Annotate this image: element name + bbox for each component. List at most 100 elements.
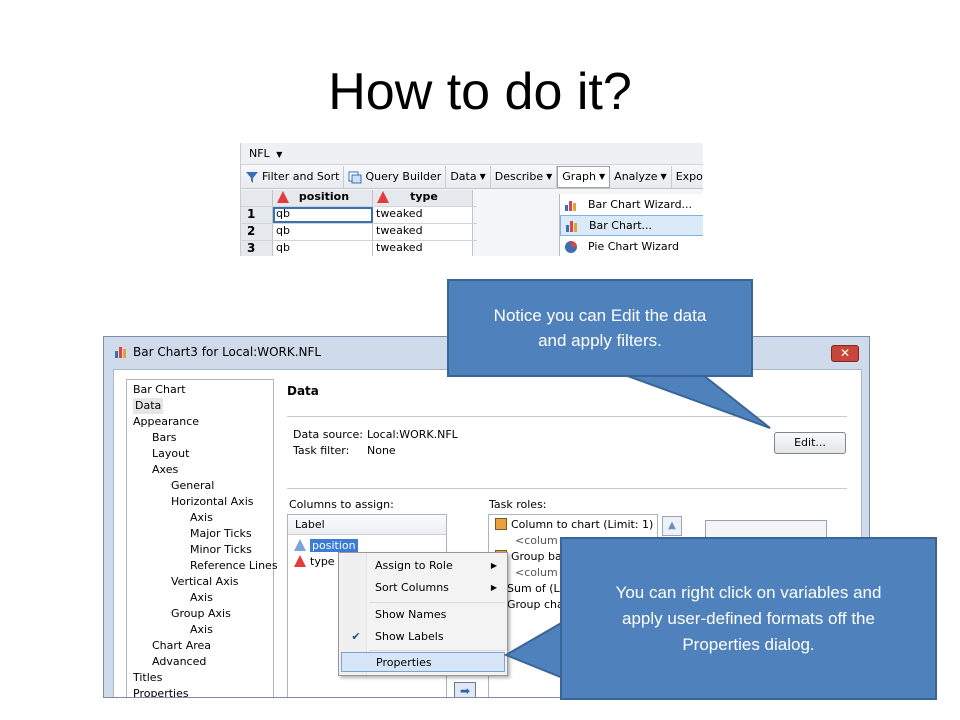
menu-item-label: Show Names [375, 608, 447, 621]
tree-item[interactable]: Appearance [127, 414, 273, 430]
tree-item-label: Bar Chart [133, 383, 186, 396]
grid-cell[interactable]: tweaked [373, 241, 473, 256]
grid-cell[interactable]: qb [273, 207, 373, 223]
graph-dropdown-menu: Bar Chart Wizard... Bar Chart... Pie Cha… [559, 194, 703, 256]
tree-item[interactable]: Axis [127, 510, 273, 526]
tree-item[interactable]: Axis [127, 622, 273, 638]
move-up-button[interactable]: ▲ [662, 516, 682, 536]
column-label: position [310, 539, 358, 552]
column-label: type [310, 555, 335, 568]
column-header-label: type [410, 190, 438, 203]
tree-item-label: Minor Ticks [190, 543, 252, 556]
role-label: Column to chart (Limit: 1) [511, 518, 654, 531]
column-header-label: position [298, 190, 350, 203]
tree-item[interactable]: Chart Area [127, 638, 273, 654]
menu-item-bar-chart-wizard[interactable]: Bar Chart Wizard... [560, 194, 703, 215]
tree-item[interactable]: Titles [127, 670, 273, 686]
checkmark-icon: ✔ [351, 630, 361, 643]
dataset-name: NFL [249, 147, 270, 160]
tree-item[interactable]: Minor Ticks [127, 542, 273, 558]
menu-item-pie-chart-wizard[interactable]: Pie Chart Wizard [560, 236, 703, 256]
grid-cell[interactable]: qb [273, 241, 373, 256]
tree-item[interactable]: Axis [127, 590, 273, 606]
tree-item-label: Reference Lines [190, 559, 278, 572]
tree-item[interactable]: Bar Chart [127, 382, 273, 398]
menu-item-properties[interactable]: Properties [341, 652, 505, 672]
chevron-down-icon: ▼ [546, 172, 553, 181]
describe-menu[interactable]: Describe ▼ [491, 165, 558, 188]
tree-item[interactable]: Properties [127, 686, 273, 697]
tree-item[interactable]: Horizontal Axis [127, 494, 273, 510]
graph-menu-label: Graph [562, 170, 597, 183]
menu-separator [369, 650, 505, 651]
role-item[interactable]: Column to chart (Limit: 1) [489, 517, 657, 533]
filter-and-sort-button[interactable]: Filter and Sort [241, 165, 345, 188]
role-label: <colum [515, 566, 558, 579]
toolbar: Filter and Sort Query Builder Data ▼ Desc… [241, 165, 703, 189]
tree-item[interactable]: Axes [127, 462, 273, 478]
bar-chart-wizard-icon [565, 200, 576, 211]
tree-item-label: Appearance [133, 415, 200, 428]
variable-icon [294, 555, 306, 567]
tree-item[interactable]: Group Axis [127, 606, 273, 622]
graph-menu[interactable]: Graph ▼ [557, 165, 611, 188]
dataset-menu[interactable]: NFL ▼ [241, 143, 703, 165]
tree-item-label: Layout [152, 447, 190, 460]
bar-chart-icon [566, 220, 577, 232]
menu-item-assign-to-role[interactable]: Assign to Role ▶ [341, 556, 505, 576]
menu-item-show-names[interactable]: Show Names [341, 605, 505, 625]
tree-item-label: Titles [133, 671, 163, 684]
tree-item[interactable]: Major Ticks [127, 526, 273, 542]
task-filter-label: Task filter: [293, 444, 350, 457]
query-builder-button[interactable]: Query Builder [344, 165, 447, 188]
table-row: 2 qb tweaked [241, 224, 477, 241]
column-header-type[interactable]: type [373, 190, 473, 206]
tree-item[interactable]: Bars [127, 430, 273, 446]
tree-item-label: Group Axis [171, 607, 231, 620]
panel-heading: Data [287, 384, 319, 398]
tree-item-label: Axis [190, 591, 213, 604]
tree-item[interactable]: Advanced [127, 654, 273, 670]
table-row: 3 qb tweaked [241, 241, 477, 256]
row-number: 2 [241, 224, 273, 240]
menu-item-label: Show Labels [375, 630, 444, 643]
data-menu[interactable]: Data ▼ [446, 165, 491, 188]
tree-item[interactable]: Data [127, 398, 273, 414]
menu-item-sort-columns[interactable]: Sort Columns ▶ [341, 578, 505, 598]
role-label: <colum [515, 534, 558, 547]
dialog-title: Bar Chart3 for Local:WORK.NFL [133, 345, 322, 359]
role-icon [495, 518, 507, 530]
menu-item-show-labels[interactable]: ✔ Show Labels [341, 627, 505, 647]
menu-item-bar-chart[interactable]: Bar Chart... [560, 215, 703, 236]
describe-menu-label: Describe [494, 170, 544, 183]
tree-item-label: Vertical Axis [171, 575, 239, 588]
grid-cell[interactable]: tweaked [373, 207, 473, 223]
analyze-menu-label: Analyze [614, 170, 658, 183]
assign-arrow-button[interactable]: ➡ [454, 682, 476, 697]
analyze-menu[interactable]: Analyze ▼ [610, 165, 672, 188]
tree-item[interactable]: Reference Lines [127, 558, 278, 574]
callout-text: Notice you can Edit the data and apply f… [493, 306, 707, 350]
grid-cell[interactable]: qb [273, 224, 373, 240]
callout-edit-data: Notice you can Edit the data and apply f… [447, 279, 753, 377]
export-menu[interactable]: Expo [672, 166, 703, 188]
warning-icon [377, 191, 389, 203]
grid-header-row: position type [241, 190, 477, 207]
tree-item-label: Advanced [152, 655, 207, 668]
close-button[interactable]: ✕ [831, 345, 859, 362]
column-header-position[interactable]: position [273, 190, 373, 206]
tree-item[interactable]: Layout [127, 446, 273, 462]
tree-item[interactable]: General [127, 478, 273, 494]
tree-item-label: Major Ticks [190, 527, 252, 540]
grid-cell[interactable]: tweaked [373, 224, 473, 240]
slide-title: How to do it? [328, 63, 632, 121]
menu-item-label: Assign to Role [375, 559, 453, 572]
table-row: 1 qb tweaked [241, 207, 477, 224]
query-builder-label: Query Builder [365, 170, 442, 183]
menu-separator [369, 602, 505, 603]
edit-button[interactable]: Edit... [774, 432, 846, 454]
navigation-tree: Bar Chart Data Appearance Bars Layout Axes Gen… [126, 379, 278, 697]
tree-item-label: Data [133, 398, 164, 414]
tree-item[interactable]: Vertical Axis [127, 574, 273, 590]
menu-item-label: Bar Chart... [589, 219, 653, 232]
